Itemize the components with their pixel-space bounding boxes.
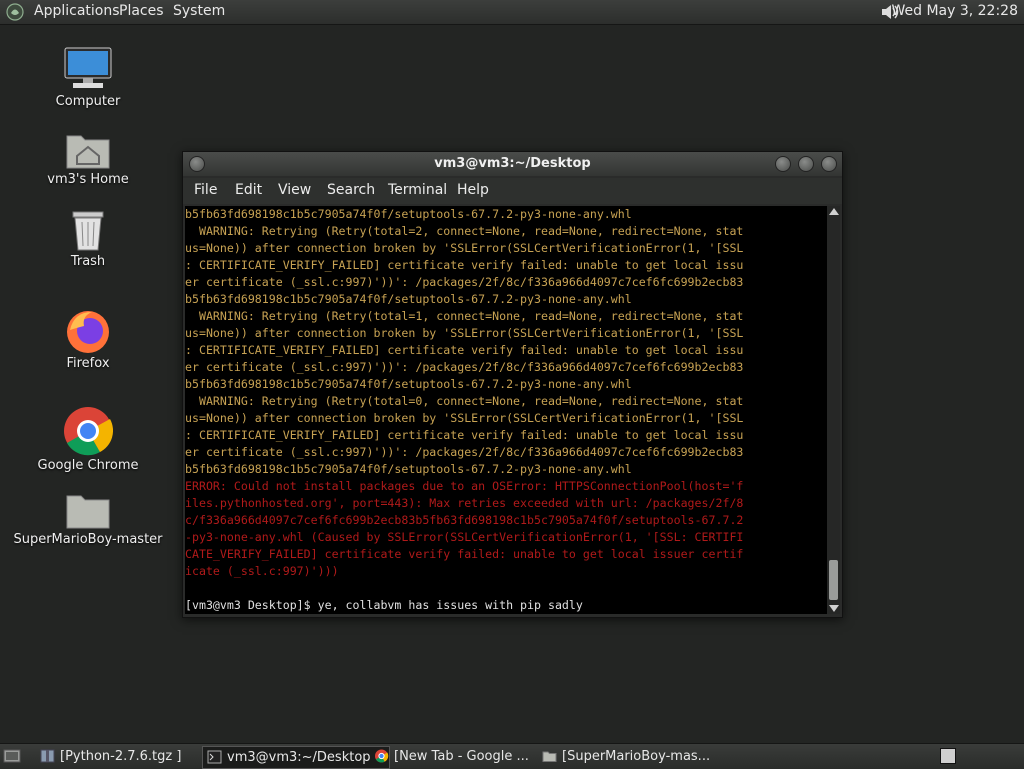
gnome-foot-icon[interactable] bbox=[6, 3, 24, 21]
terminal-line: : CERTIFICATE_VERIFY_FAILED] certificate… bbox=[185, 428, 744, 442]
computer-icon bbox=[64, 47, 112, 88]
terminal-window[interactable]: vm3@vm3:~/Desktop File Edit View Search … bbox=[182, 151, 843, 618]
terminal-line: [vm3@vm3 Desktop]$ ye, collabvm has issu… bbox=[185, 598, 583, 612]
window-titlebar[interactable]: vm3@vm3:~/Desktop bbox=[183, 152, 842, 176]
desktop-icon-chrome[interactable]: Google Chrome bbox=[13, 406, 163, 473]
workspace-switcher[interactable] bbox=[940, 748, 956, 764]
taskbar-item-terminal[interactable]: vm3@vm3:~/Desktop bbox=[202, 746, 390, 769]
show-desktop-icon[interactable] bbox=[3, 748, 21, 764]
taskbar-item-python-archive[interactable]: [Python-2.7.6.tgz ] bbox=[36, 746, 220, 767]
desktop-icon-supermarioboy[interactable]: SuperMarioBoy-master bbox=[13, 490, 163, 547]
terminal-scrollbar[interactable] bbox=[827, 206, 840, 614]
terminal-line: b5fb63fd698198c1b5c7905a74f0f/setuptools… bbox=[185, 207, 632, 221]
terminal-line: er certificate (_ssl.c:997)'))': /packag… bbox=[185, 360, 744, 374]
terminal-icon bbox=[207, 750, 222, 764]
terminal-line: er certificate (_ssl.c:997)'))': /packag… bbox=[185, 275, 744, 289]
places-menu[interactable]: Places bbox=[119, 3, 164, 19]
terminal-line: -py3-none-any.whl (Caused by SSLError(SS… bbox=[185, 530, 744, 544]
terminal-output[interactable]: b5fb63fd698198c1b5c7905a74f0f/setuptools… bbox=[185, 206, 827, 614]
scroll-thumb[interactable] bbox=[829, 560, 838, 600]
menu-search[interactable]: Search bbox=[327, 182, 375, 198]
window-menu-button[interactable] bbox=[189, 156, 205, 172]
desktop-icon-trash[interactable]: Trash bbox=[13, 208, 163, 269]
scroll-down-icon[interactable] bbox=[829, 605, 839, 612]
menu-view[interactable]: View bbox=[278, 182, 311, 198]
terminal-menubar: File Edit View Search Terminal Help bbox=[183, 178, 842, 204]
terminal-line: icate (_ssl.c:997)'))) bbox=[185, 564, 339, 578]
clock[interactable]: Wed May 3, 22:28 bbox=[891, 3, 1018, 19]
menu-file[interactable]: File bbox=[194, 182, 217, 198]
desktop-icon-home[interactable]: vm3's Home bbox=[13, 128, 163, 187]
terminal-line: b5fb63fd698198c1b5c7905a74f0f/setuptools… bbox=[185, 377, 632, 391]
terminal-line: er certificate (_ssl.c:997)'))': /packag… bbox=[185, 445, 744, 459]
terminal-line: WARNING: Retrying (Retry(total=2, connec… bbox=[185, 224, 744, 238]
top-panel: Applications Places System Wed May 3, 22… bbox=[0, 0, 1024, 25]
home-folder-icon bbox=[66, 135, 110, 169]
terminal-line: b5fb63fd698198c1b5c7905a74f0f/setuptools… bbox=[185, 462, 632, 476]
firefox-icon bbox=[67, 311, 109, 353]
terminal-line: : CERTIFICATE_VERIFY_FAILED] certificate… bbox=[185, 258, 744, 272]
taskbar-item-supermarioboy[interactable]: [SuperMarioBoy-mas... bbox=[538, 746, 732, 767]
archive-icon bbox=[40, 749, 55, 763]
chrome-icon bbox=[64, 407, 113, 456]
maximize-button[interactable] bbox=[798, 156, 814, 172]
scroll-up-icon[interactable] bbox=[829, 208, 839, 215]
folder-icon bbox=[542, 751, 557, 762]
bottom-panel: [Python-2.7.6.tgz ] vm3@vm3:~/Desktop [N… bbox=[0, 743, 1024, 769]
terminal-line: c/f336a966d4097c7cef6fc699b2ecb83b5fb63f… bbox=[185, 513, 744, 527]
terminal-line: : CERTIFICATE_VERIFY_FAILED] certificate… bbox=[185, 343, 744, 357]
chrome-icon bbox=[375, 749, 389, 763]
terminal-line: CATE_VERIFY_FAILED] certificate verify f… bbox=[185, 547, 744, 561]
terminal-line: ERROR: Could not install packages due to… bbox=[185, 479, 744, 493]
desktop-icon-computer[interactable]: Computer bbox=[13, 46, 163, 109]
minimize-button[interactable] bbox=[775, 156, 791, 172]
terminal-line: b5fb63fd698198c1b5c7905a74f0f/setuptools… bbox=[185, 292, 632, 306]
window-title: vm3@vm3:~/Desktop bbox=[434, 156, 591, 171]
menu-help[interactable]: Help bbox=[457, 182, 489, 198]
taskbar-item-chrome[interactable]: [New Tab - Google ... bbox=[370, 746, 554, 767]
terminal-line: us=None)) after connection broken by 'SS… bbox=[185, 326, 744, 340]
system-menu[interactable]: System bbox=[173, 3, 225, 19]
terminal-line: WARNING: Retrying (Retry(total=0, connec… bbox=[185, 394, 744, 408]
terminal-line: WARNING: Retrying (Retry(total=1, connec… bbox=[185, 309, 744, 323]
menu-edit[interactable]: Edit bbox=[235, 182, 262, 198]
trash-icon bbox=[72, 211, 104, 251]
terminal-line: us=None)) after connection broken by 'SS… bbox=[185, 241, 744, 255]
applications-menu[interactable]: Applications bbox=[34, 3, 120, 19]
menu-terminal[interactable]: Terminal bbox=[388, 182, 447, 198]
folder-icon bbox=[66, 495, 110, 529]
terminal-line: iles.pythonhosted.org', port=443): Max r… bbox=[185, 496, 744, 510]
desktop-icon-firefox[interactable]: Firefox bbox=[13, 308, 163, 371]
terminal-line: us=None)) after connection broken by 'SS… bbox=[185, 411, 744, 425]
close-button[interactable] bbox=[821, 156, 837, 172]
